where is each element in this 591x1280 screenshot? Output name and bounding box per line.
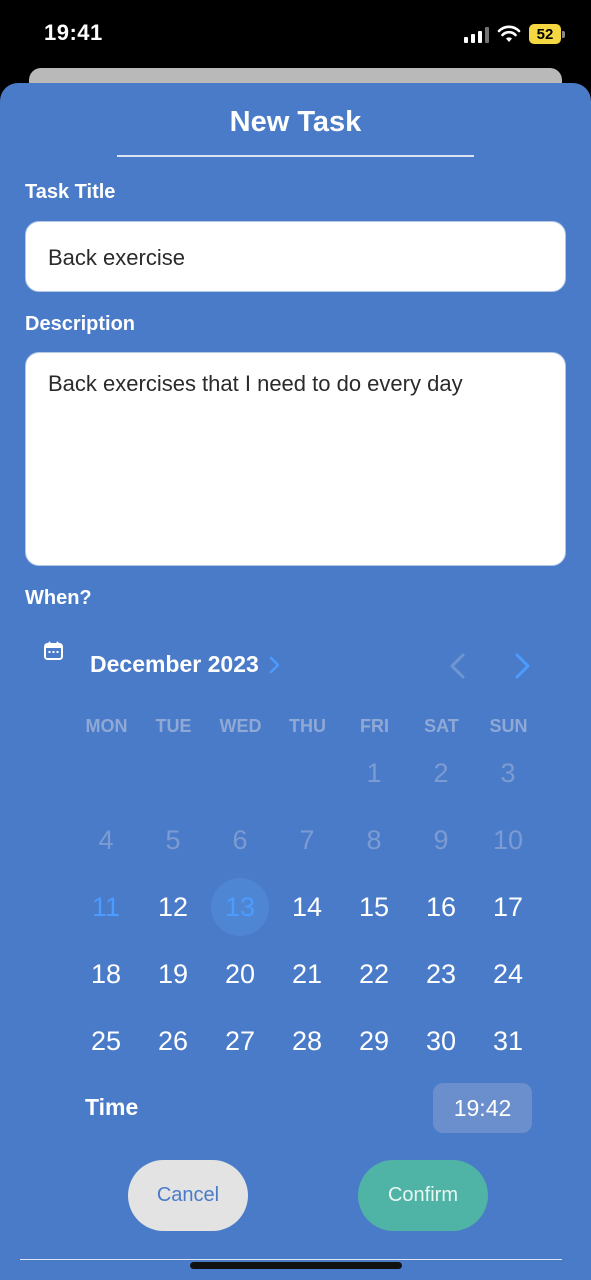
wifi-icon xyxy=(497,25,521,42)
weekday-label: MON xyxy=(85,716,128,736)
calendar-day: 8 xyxy=(366,825,382,855)
battery-icon: 52 xyxy=(529,24,565,44)
chevron-right-icon xyxy=(269,656,280,673)
weekday-label: FRI xyxy=(360,716,389,736)
calendar-day[interactable]: 24 xyxy=(479,945,537,1003)
next-month-button[interactable] xyxy=(510,652,534,680)
time-label: Time xyxy=(85,1094,139,1120)
status-time: 19:41 xyxy=(44,20,103,45)
cancel-button[interactable]: Cancel xyxy=(128,1160,248,1231)
calendar-day-today[interactable]: 11 xyxy=(77,878,135,936)
month-label: December 2023 xyxy=(90,651,259,677)
bottom-divider xyxy=(20,1259,562,1260)
status-bar: 19:41 52 xyxy=(0,0,591,70)
when-label: When? xyxy=(25,587,92,609)
calendar-day[interactable]: 25 xyxy=(77,1012,135,1070)
calendar-day[interactable]: 14 xyxy=(278,878,336,936)
calendar-icon xyxy=(44,641,63,660)
calendar-day[interactable]: 22 xyxy=(345,945,403,1003)
calendar-day[interactable]: 20 xyxy=(211,945,269,1003)
calendar-day[interactable]: 23 xyxy=(412,945,470,1003)
title-divider xyxy=(117,155,474,157)
weekday-label: SUN xyxy=(489,716,528,736)
calendar-day: 4 xyxy=(98,825,114,855)
calendar-day: 10 xyxy=(492,825,524,855)
description-label: Description xyxy=(25,313,136,335)
calendar-day[interactable]: 27 xyxy=(211,1012,269,1070)
calendar-day[interactable]: 29 xyxy=(345,1012,403,1070)
description-input[interactable]: Back exercises that I need to do every d… xyxy=(25,352,566,566)
battery-level: 52 xyxy=(529,24,561,44)
calendar-day[interactable]: 28 xyxy=(278,1012,336,1070)
calendar-day: 6 xyxy=(232,825,248,855)
calendar-day[interactable]: 16 xyxy=(412,878,470,936)
previous-month-button[interactable] xyxy=(446,652,470,680)
weekday-label: WED xyxy=(219,716,262,736)
calendar-day: 5 xyxy=(165,825,181,855)
task-title-label: Task Title xyxy=(25,181,116,203)
weekday-label: THU xyxy=(289,716,326,736)
calendar-day[interactable]: 26 xyxy=(144,1012,202,1070)
page-title: New Task xyxy=(229,106,362,138)
calendar-day: 1 xyxy=(366,758,382,788)
month-picker-button[interactable]: December 2023 xyxy=(90,651,280,678)
status-icons: 52 xyxy=(464,24,565,44)
signal-icon xyxy=(464,25,489,43)
calendar-day-selected[interactable]: 13 xyxy=(211,878,269,936)
calendar-day[interactable]: 12 xyxy=(144,878,202,936)
calendar-day[interactable]: 15 xyxy=(345,878,403,936)
home-indicator[interactable] xyxy=(190,1262,402,1269)
weekday-label: TUE xyxy=(155,716,192,736)
calendar-day[interactable]: 19 xyxy=(144,945,202,1003)
time-picker-button[interactable]: 19:42 xyxy=(433,1083,532,1133)
calendar-day[interactable]: 30 xyxy=(412,1012,470,1070)
calendar-day[interactable]: 21 xyxy=(278,945,336,1003)
calendar-day: 7 xyxy=(299,825,315,855)
calendar-day: 3 xyxy=(500,758,516,788)
confirm-button[interactable]: Confirm xyxy=(358,1160,488,1231)
calendar-day[interactable]: 31 xyxy=(479,1012,537,1070)
calendar-day: 2 xyxy=(433,758,449,788)
calendar-day[interactable]: 17 xyxy=(479,878,537,936)
task-title-input[interactable]: Back exercise xyxy=(25,221,566,292)
calendar-day: 9 xyxy=(433,825,449,855)
weekday-label: SAT xyxy=(424,716,459,736)
calendar-day[interactable]: 18 xyxy=(77,945,135,1003)
